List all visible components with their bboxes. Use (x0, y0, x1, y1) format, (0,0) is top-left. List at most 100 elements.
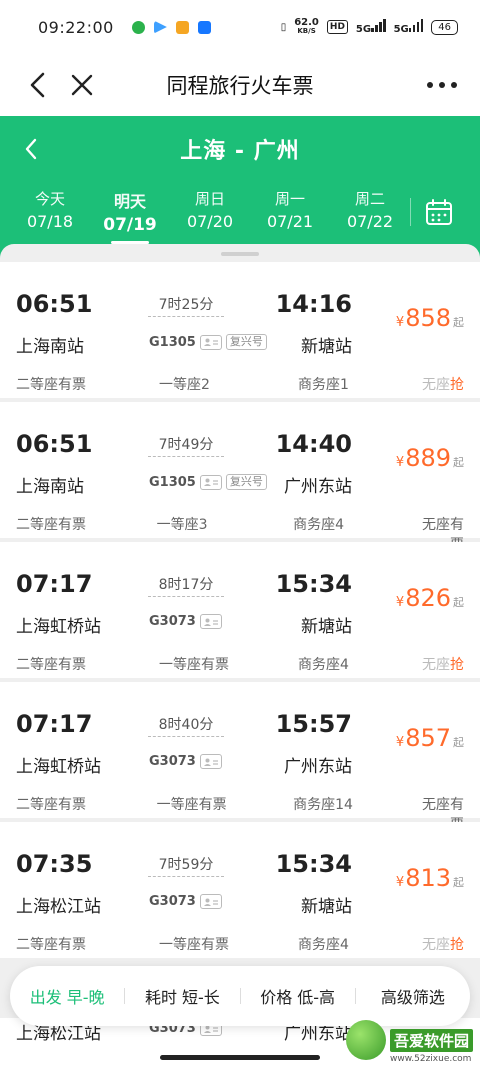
train-card[interactable]: 06:51 7时49分 14:40 ¥ 889 起 上海南站 G1305 复兴号… (0, 402, 480, 553)
price: ¥ 857 起 (396, 724, 464, 752)
seat-business: 商务座4 (298, 937, 349, 953)
date-weekday: 今天 (34, 190, 65, 208)
train-info: G3073 (149, 614, 222, 629)
price-currency: ¥ (395, 315, 405, 330)
notification-icons (131, 20, 211, 34)
id-card-icon (199, 614, 222, 629)
grab-ticket-label[interactable]: 抢 (450, 657, 464, 673)
signal-5g-2: 5G (394, 19, 424, 35)
id-card-icon (199, 334, 222, 350)
app-notify-icon-3 (197, 20, 211, 34)
date-tabs: 今天 07/18 明天 07/19 周日 07/20 周一 07/21 周二 0… (0, 188, 480, 244)
price-suffix: 起 (453, 736, 464, 749)
train-code: G1305 (149, 474, 196, 490)
signal-5g-1: 5G (356, 19, 386, 35)
date-weekday: 周一 (274, 190, 305, 208)
train-info: G1305 复兴号 (149, 474, 267, 490)
arrival-time: 15:34 (275, 850, 352, 878)
sort-duration[interactable]: 耗时 短-长 (125, 984, 239, 1008)
route-back-button[interactable] (16, 134, 46, 164)
arrival-station: 新塘站 (301, 337, 352, 357)
back-button[interactable] (18, 65, 58, 105)
train-info: G3073 (149, 754, 222, 769)
departure-time: 07:35 (16, 850, 93, 878)
sort-price[interactable]: 价格 低-高 (241, 984, 355, 1008)
vibrate-icon: ▯ (280, 21, 287, 33)
seat-availability: 二等座有票 一等座2 商务座1 无座抢 (16, 374, 464, 394)
date-value: 07/20 (186, 212, 234, 231)
calendar-icon (426, 199, 452, 225)
price: ¥ 858 起 (396, 304, 464, 332)
duration-line (148, 876, 224, 877)
price-value: 889 (405, 444, 451, 472)
departure-station: 上海虹桥站 (16, 757, 101, 777)
more-dots-icon (427, 82, 457, 88)
duration: 7时25分 (158, 297, 214, 313)
date-weekday: 周日 (194, 190, 225, 208)
date-tab-0[interactable]: 今天 07/18 (10, 188, 90, 244)
date-tab-2[interactable]: 周日 07/20 (170, 188, 250, 244)
more-button[interactable] (422, 65, 462, 105)
price-suffix: 起 (453, 596, 464, 609)
train-code: G3073 (149, 754, 196, 769)
train-card[interactable]: 07:35 7时59分 15:34 ¥ 813 起 上海松江站 G3073 新塘… (0, 822, 480, 958)
train-code: G3073 (149, 894, 196, 909)
close-button[interactable] (62, 65, 102, 105)
home-indicator[interactable] (160, 1055, 320, 1060)
price: ¥ 826 起 (396, 584, 464, 612)
calendar-button[interactable] (425, 198, 453, 244)
seat-standing: 无座抢 (422, 937, 464, 953)
train-card[interactable]: 07:17 8时40分 15:57 ¥ 857 起 上海虹桥站 G3073 广州… (0, 682, 480, 833)
price-suffix: 起 (453, 876, 464, 889)
train-code: G3073 (149, 614, 196, 629)
price-currency: ¥ (395, 875, 405, 890)
train-info: G1305 复兴号 (149, 334, 267, 350)
close-icon (71, 74, 93, 96)
price-suffix: 起 (453, 456, 464, 469)
seat-standing: 无座抢 (422, 657, 464, 673)
train-card[interactable]: 07:17 8时17分 15:34 ¥ 826 起 上海虹桥站 G3073 新塘… (0, 542, 480, 678)
departure-station: 上海松江站 (16, 897, 101, 917)
seat-second-class: 二等座有票 (16, 377, 86, 393)
watermark-logo-icon (346, 1020, 386, 1060)
price: ¥ 889 起 (396, 444, 464, 472)
id-card-icon (199, 754, 222, 769)
date-tab-1[interactable]: 明天 07/19 (90, 188, 170, 244)
status-time: 09:22:00 (38, 17, 114, 37)
date-tab-4[interactable]: 周二 07/22 (330, 188, 410, 244)
drag-handle[interactable] (221, 252, 259, 256)
grab-ticket-label[interactable]: 抢 (450, 937, 464, 953)
price: ¥ 813 起 (396, 864, 464, 892)
arrival-station: 广州东站 (284, 477, 352, 497)
price-value: 858 (405, 304, 451, 332)
grab-ticket-label[interactable]: 抢 (450, 377, 464, 393)
app-notify-icon-2 (175, 20, 189, 34)
departure-station: 上海南站 (16, 337, 84, 357)
date-value: 07/21 (266, 212, 314, 231)
seat-availability: 二等座有票 一等座有票 商务座4 无座抢 (16, 934, 464, 954)
seat-business: 商务座4 (298, 657, 349, 673)
seat-second-class: 二等座有票 (16, 937, 86, 953)
duration: 8时17分 (158, 577, 214, 593)
price-currency: ¥ (395, 735, 405, 750)
watermark-name: 吾爱软件园 (390, 1029, 474, 1052)
watermark-text: 吾爱软件园 www.52zixue.com (390, 1029, 474, 1064)
departure-time: 06:51 (16, 430, 93, 458)
date-tab-3[interactable]: 周一 07/21 (250, 188, 330, 244)
price-value: 813 (405, 864, 451, 892)
train-list: 06:51 7时25分 14:16 ¥ 858 起 上海南站 G1305 复兴号… (0, 262, 480, 958)
arrival-time: 14:40 (275, 430, 352, 458)
duration: 8时40分 (158, 717, 214, 733)
navbar: 同程旅行火车票 (0, 54, 480, 116)
train-list-sheet[interactable]: 06:51 7时25分 14:16 ¥ 858 起 上海南站 G1305 复兴号… (0, 244, 480, 1072)
departure-station: 上海南站 (16, 477, 84, 497)
duration-line (148, 596, 224, 597)
arrival-time: 15:34 (275, 570, 352, 598)
train-card[interactable]: 06:51 7时25分 14:16 ¥ 858 起 上海南站 G1305 复兴号… (0, 262, 480, 398)
fuxing-tag: 复兴号 (225, 474, 267, 490)
seat-first-class: 一等座2 (159, 377, 210, 393)
sort-departure[interactable]: 出发 早-晚 (10, 984, 124, 1008)
duration-line (148, 456, 224, 457)
date-divider (410, 198, 411, 226)
departure-time: 07:17 (16, 710, 93, 738)
